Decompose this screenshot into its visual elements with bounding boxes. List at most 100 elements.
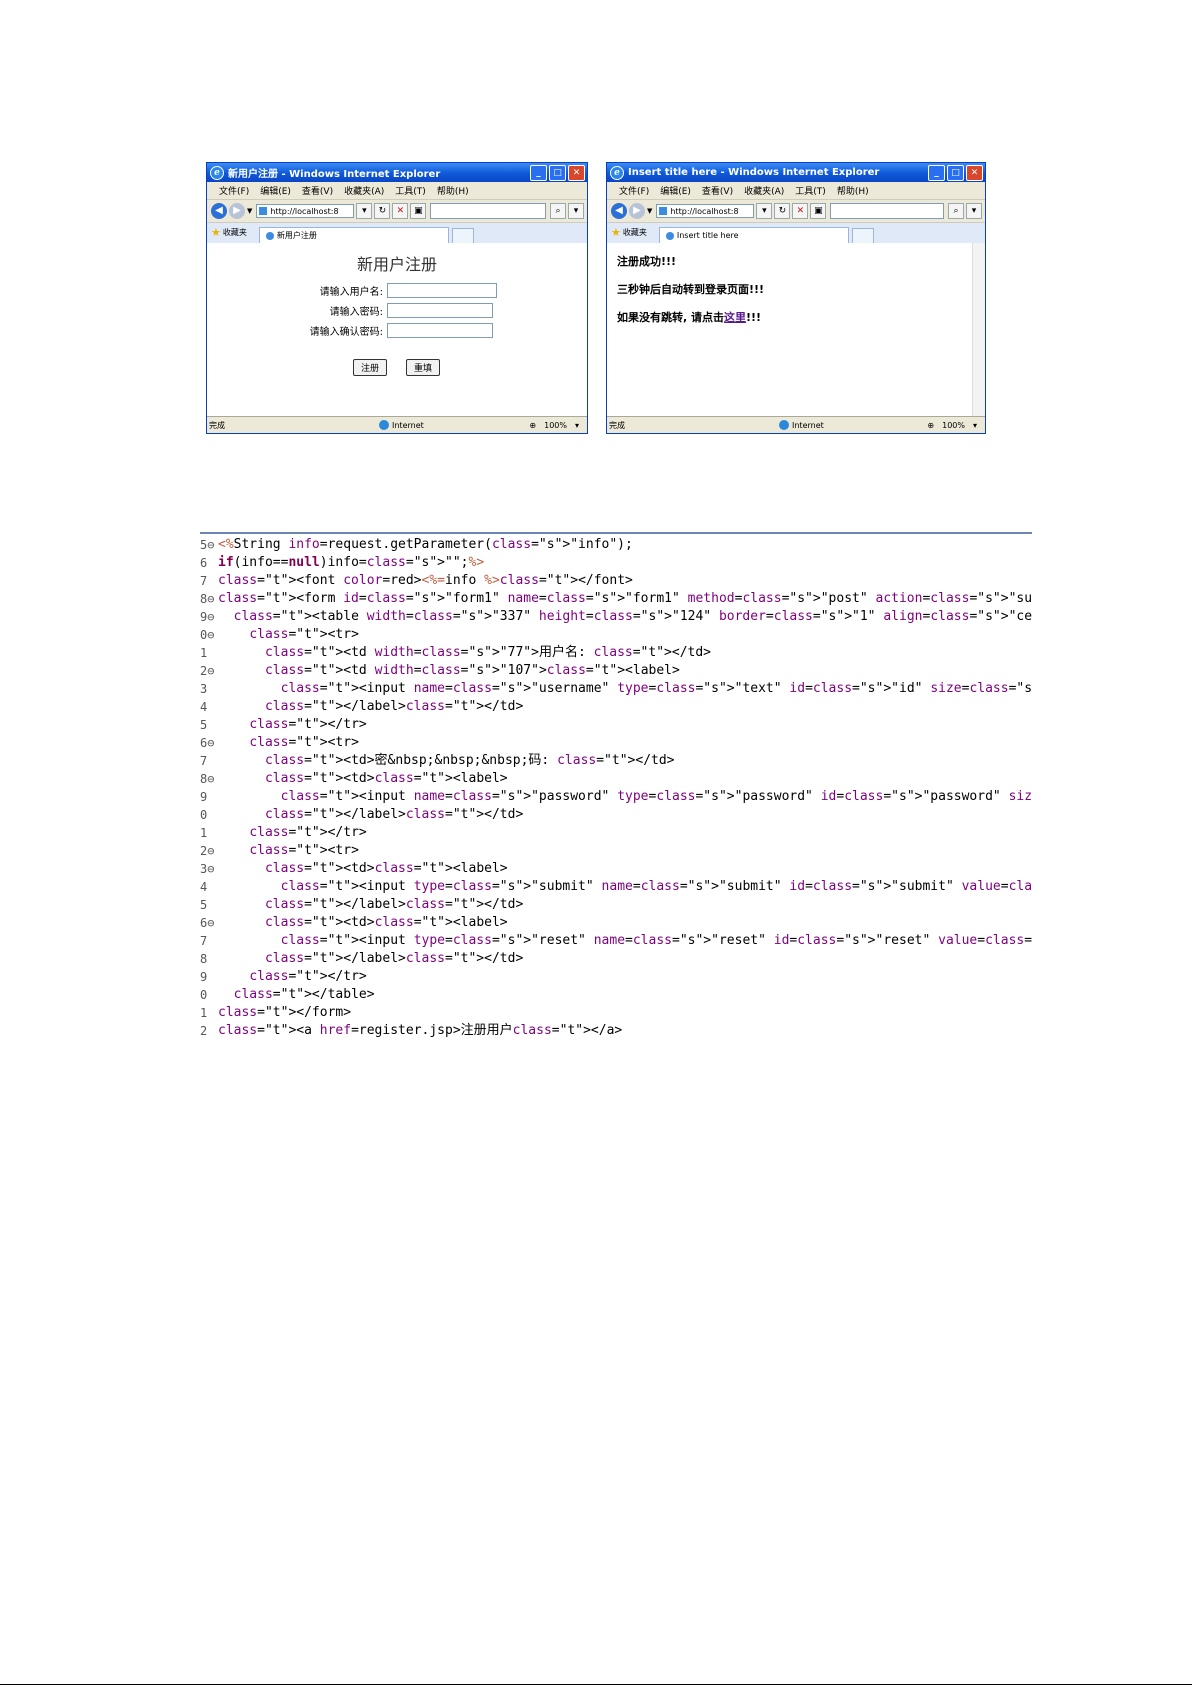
status-text: 完成 [609,420,625,430]
favorites-button[interactable]: ★ 收藏夹 [211,226,247,243]
password-input[interactable] [387,303,493,318]
history-dropdown-icon[interactable]: ▼ [247,207,252,215]
line-number: 3 [200,682,208,696]
maximize-icon[interactable]: □ [947,164,964,181]
confirm-label: 请输入确认密码: [309,327,383,338]
register-button[interactable]: 注册 [353,359,388,376]
zoom-dropdown-icon: ▾ [574,420,579,430]
line-number: 6⊖ [200,916,215,930]
line-number: 5 [200,898,208,912]
page-content: 新用户注册 请输入用户名: 请输入密码: 请输入确认密码: 注册 重填 [207,243,587,417]
menu-file[interactable]: 文件(F) [619,184,649,197]
code-text: class="t"><td>class="t"><label> [264,861,508,876]
line-number: 1 [200,1006,208,1020]
history-dropdown-icon[interactable]: ▼ [647,207,652,215]
code-text: class="t"><td width=class="s">"107">clas… [264,663,680,678]
star-icon: ★ [611,226,621,239]
tab-success[interactable]: Insert title here [658,227,849,243]
menu-help[interactable]: 帮助(H) [837,184,869,197]
menu-bar: 文件(F) 编辑(E) 查看(V) 收藏夹(A) 工具(T) 帮助(H) [607,182,985,200]
globe-icon [779,420,789,430]
page-icon [659,207,668,215]
address-input[interactable]: http://localhost:8 [656,204,755,218]
line-number: 0⊖ [200,628,215,642]
menu-bar: 文件(F) 编辑(E) 查看(V) 收藏夹(A) 工具(T) 帮助(H) [207,182,587,200]
password-label: 请输入密码: [329,307,383,318]
tab-register[interactable]: 新用户注册 [258,227,449,243]
username-input[interactable] [387,283,497,298]
refresh-icon[interactable]: ↻ [774,203,791,219]
reset-button[interactable]: 重填 [406,359,441,376]
address-dropdown-icon[interactable]: ▾ [356,203,373,219]
zoom-magnifier-icon: ⊕ [927,420,935,430]
window-title: Insert title here - Windows Internet Exp… [628,167,880,178]
search-provider-icon[interactable]: ▣ [410,203,427,219]
code-text: class="t"><tr> [249,843,359,858]
menu-tools[interactable]: 工具(T) [795,184,826,197]
search-options-icon[interactable]: ▾ [568,203,584,219]
tab-bar: ★ 收藏夹 新用户注册 [207,223,587,244]
code-text: class="t"><tr> [249,627,359,642]
menu-favorites[interactable]: 收藏夹(A) [744,184,784,197]
confirm-input[interactable] [387,323,493,338]
tab-page-icon [265,231,274,240]
maximize-icon[interactable]: □ [549,164,566,181]
menu-file[interactable]: 文件(F) [219,184,249,197]
menu-edit[interactable]: 编辑(E) [660,184,691,197]
menu-edit[interactable]: 编辑(E) [260,184,291,197]
close-icon[interactable]: ✕ [568,164,585,181]
back-arrow-icon[interactable]: ◀ [211,203,227,219]
search-input[interactable] [830,203,944,219]
page-content: 注册成功!!! 三秒钟后自动转到登录页面!!! 如果没有跳转, 请点击这里!!! [607,243,985,417]
forward-arrow-icon[interactable]: ▶ [629,203,645,219]
new-tab-button[interactable] [451,228,474,243]
line-number: 5 [200,718,208,732]
code-text: class="t"><form id=class="s">"form1" nam… [218,591,1032,606]
stop-icon[interactable]: ✕ [792,203,809,219]
search-icon[interactable]: ⌕ [550,203,566,219]
here-link[interactable]: 这里 [724,311,746,324]
menu-favorites[interactable]: 收藏夹(A) [344,184,384,197]
line-number: 8⊖ [200,772,215,786]
code-text: class="t"><font color=red><%=info %>clas… [218,573,633,588]
refresh-icon[interactable]: ↻ [374,203,391,219]
stop-icon[interactable]: ✕ [392,203,409,219]
zoom-control[interactable]: ⊕ 100% ▾ [919,421,977,430]
line-number: 6⊖ [200,736,215,750]
line-number: 3⊖ [200,862,215,876]
line-number: 7 [200,754,208,768]
tab-page-icon [665,231,674,240]
menu-tools[interactable]: 工具(T) [395,184,426,197]
search-options-icon[interactable]: ▾ [966,203,982,219]
search-provider-icon[interactable]: ▣ [810,203,827,219]
minimize-icon[interactable]: _ [928,164,945,181]
address-input[interactable]: http://localhost:8 [256,204,355,218]
new-tab-button[interactable] [851,228,874,243]
forward-arrow-icon[interactable]: ▶ [229,203,245,219]
code-text: class="t"></tr> [249,825,367,840]
search-icon[interactable]: ⌕ [948,203,964,219]
menu-view[interactable]: 查看(V) [702,184,733,197]
globe-icon [379,420,389,430]
menu-help[interactable]: 帮助(H) [437,184,469,197]
favorites-button[interactable]: ★ 收藏夹 [611,226,647,243]
title-bar: e 新用户注册 - Windows Internet Explorer _ □ … [207,163,587,182]
line-number: 1 [200,646,208,660]
code-text: class="t"><input name=class="s">"usernam… [280,681,1032,696]
line-number: 4 [200,880,208,894]
line-number: 9 [200,970,208,984]
zoom-control[interactable]: ⊕ 100% ▾ [521,421,579,430]
code-text: class="t"><td>class="t"><label> [264,771,508,786]
code-text: class="t"><a href=register.jsp>注册用户class… [218,1023,623,1038]
minimize-icon[interactable]: _ [530,164,547,181]
password-row: 请输入密码: [291,303,493,318]
confirm-row: 请输入确认密码: [291,323,493,338]
vertical-scrollbar[interactable] [972,243,985,417]
search-input[interactable] [430,203,546,219]
address-dropdown-icon[interactable]: ▾ [756,203,773,219]
close-icon[interactable]: ✕ [966,164,983,181]
ie-logo-icon: e [610,165,624,180]
ie-logo-icon: e [210,165,224,180]
back-arrow-icon[interactable]: ◀ [611,203,627,219]
menu-view[interactable]: 查看(V) [302,184,333,197]
